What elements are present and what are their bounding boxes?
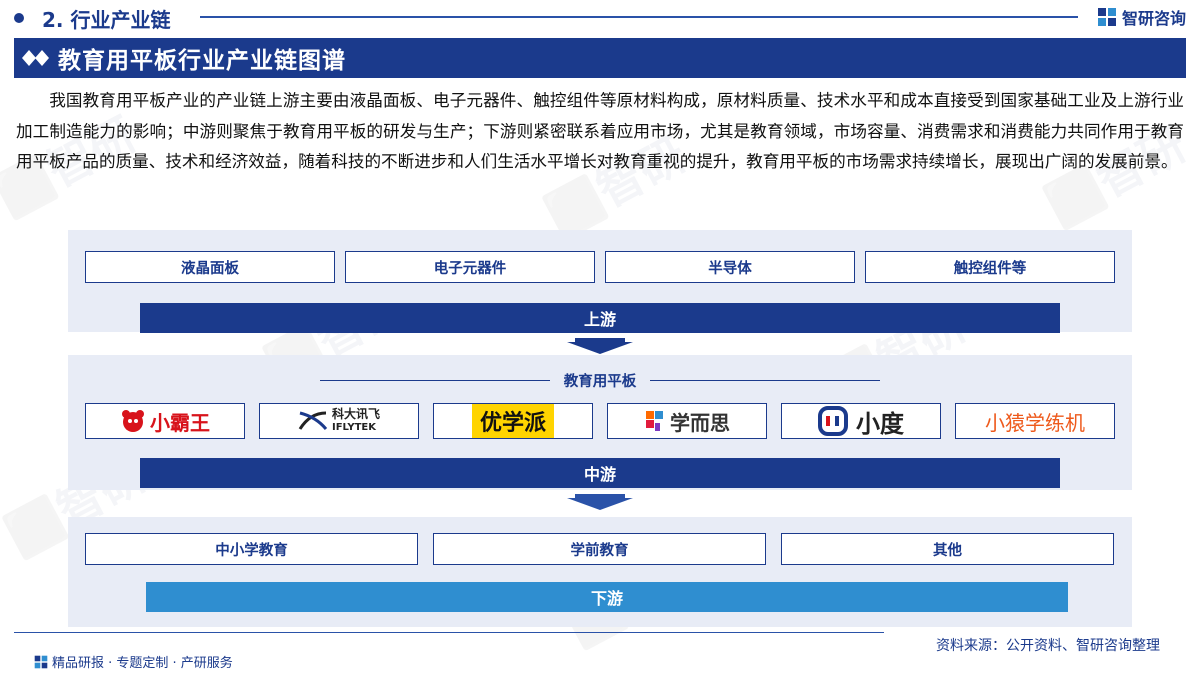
down-arrow-icon — [567, 338, 633, 354]
title-bar: 教育用平板行业产业链图谱 — [14, 38, 1186, 78]
footer-tagline-wrap: 精品研报 · 专题定制 · 产研服务 — [34, 652, 233, 671]
brand-logo-xiaobawang: 小霸王 — [85, 403, 245, 439]
brand-name: 科大讯飞 — [331, 407, 380, 421]
upstream-item: 电子元器件 — [345, 251, 595, 283]
xiaobawang-mascot-icon — [122, 410, 144, 432]
brand-name: 小霸王 — [150, 410, 210, 435]
downstream-item: 学前教育 — [433, 533, 766, 565]
upstream-item: 液晶面板 — [85, 251, 335, 283]
brand-logo-xueersi: 学而思 — [607, 403, 767, 439]
brand-logo-youxuepai: 优学派 — [433, 403, 593, 439]
page-title: 教育用平板行业产业链图谱 — [58, 48, 346, 74]
section-title: 2. 行业产业链 — [42, 8, 171, 32]
brand-logo-icon — [1097, 8, 1116, 26]
midstream-product: 教育用平板 — [563, 373, 637, 390]
intro-paragraph: 我国教育用平板产业的产业链上游主要由液晶面板、电子元器件、触控组件等原材料构成，… — [16, 91, 1184, 171]
downstream-bar: 下游 — [146, 582, 1068, 612]
midstream-bar: 中游 — [140, 458, 1060, 488]
upstream-item: 半导体 — [605, 251, 855, 283]
xueersi-symbol-icon — [646, 411, 663, 431]
upstream-bar: 上游 — [140, 303, 1060, 333]
source-note: 资料来源：公开资料、智研咨询整理 — [936, 638, 1160, 654]
midstream-heading: 教育用平板 — [320, 370, 880, 390]
footer-tagline: 精品研报 · 专题定制 · 产研服务 — [52, 656, 233, 671]
brand-logo-xiaodu: 小度 — [781, 403, 941, 439]
brand-logo-xiaoyuan: 小猿学练机 — [955, 403, 1115, 439]
upstream-item: 触控组件等 — [865, 251, 1115, 283]
brand-name: 智研咨询 — [1121, 9, 1186, 28]
down-arrow-icon — [567, 494, 633, 510]
footer-divider — [14, 632, 884, 633]
brand-name: 优学派 — [479, 411, 546, 436]
brand-logo-icon — [34, 655, 48, 668]
downstream-item: 其他 — [781, 533, 1114, 565]
xiaodu-symbol-icon — [818, 406, 848, 436]
brand-name: 学而思 — [670, 410, 730, 435]
iflytek-symbol-icon — [298, 411, 328, 430]
brand-name-en: IFLYTEK — [331, 422, 376, 433]
brand-name: 小猿学练机 — [985, 410, 1085, 435]
diamond-icon — [14, 38, 58, 78]
brand: 智研咨询 — [1097, 5, 1186, 29]
bullet-dot — [14, 13, 24, 23]
brand-logo-iflytek: 科大讯飞 IFLYTEK — [259, 403, 419, 439]
header-divider — [200, 16, 1078, 18]
downstream-item: 中小学教育 — [85, 533, 418, 565]
brand-name: 小度 — [856, 409, 904, 438]
